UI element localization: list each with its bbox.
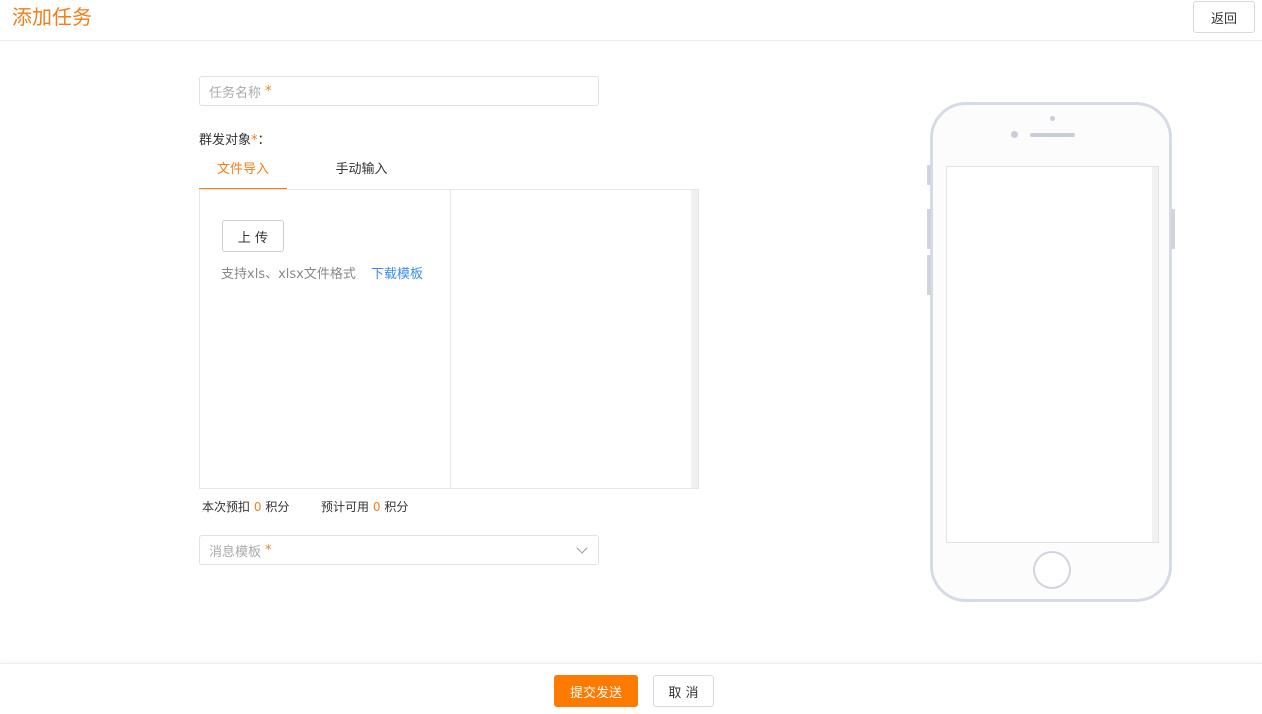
phone-side-button bbox=[927, 255, 931, 295]
cancel-button[interactable]: 取 消 bbox=[653, 675, 714, 707]
preview-scrollbar[interactable] bbox=[691, 190, 698, 488]
required-mark: * bbox=[265, 542, 272, 558]
recipients-label-text: 群发对象 bbox=[199, 133, 252, 148]
back-button[interactable]: 返回 bbox=[1193, 1, 1255, 33]
tab-manual-input[interactable]: 手动输入 bbox=[319, 155, 404, 190]
upload-button[interactable]: 上 传 bbox=[222, 220, 284, 252]
points-deduct-suffix: 积分 bbox=[265, 500, 290, 514]
download-template-link[interactable]: 下载模板 bbox=[371, 263, 423, 282]
points-available-prefix: 预计可用 bbox=[321, 500, 370, 514]
phone-screen-scrollbar bbox=[1152, 167, 1158, 542]
phone-sensor bbox=[1050, 116, 1055, 121]
phone-side-button bbox=[927, 165, 931, 185]
chevron-down-icon bbox=[576, 542, 588, 554]
recipient-tabs: 文件导入 手动输入 bbox=[199, 155, 699, 190]
upload-area: 上 传 支持xls、xlsx文件格式 下载模板 bbox=[200, 190, 451, 488]
file-import-panel: 上 传 支持xls、xlsx文件格式 下载模板 bbox=[199, 189, 699, 489]
points-available-suffix: 积分 bbox=[384, 500, 409, 514]
submit-send-button[interactable]: 提交发送 bbox=[554, 675, 638, 707]
phone-home-button bbox=[1033, 551, 1071, 589]
recipients-label: 群发对象*： bbox=[199, 129, 271, 148]
file-format-hint: 支持xls、xlsx文件格式 bbox=[221, 267, 356, 282]
points-available: 预计可用 0 积分 bbox=[321, 498, 408, 515]
page-header: 添加任务 返回 bbox=[0, 0, 1262, 41]
points-available-value: 0 bbox=[372, 500, 381, 514]
points-deduct-prefix: 本次预扣 bbox=[202, 500, 251, 514]
phone-preview bbox=[927, 102, 1175, 602]
tab-file-import[interactable]: 文件导入 bbox=[199, 155, 287, 190]
phone-camera bbox=[1011, 131, 1018, 138]
points-deduct-value: 0 bbox=[253, 500, 262, 514]
footer-bar: 提交发送 取 消 bbox=[0, 663, 1262, 714]
phone-screen bbox=[946, 166, 1159, 543]
phone-speaker bbox=[1030, 133, 1075, 137]
message-template-placeholder: 消息模板 bbox=[209, 544, 262, 560]
phone-side-button bbox=[1171, 209, 1175, 249]
message-template-select[interactable]: 消息模板 * bbox=[199, 535, 599, 565]
recipients-label-colon: ： bbox=[257, 133, 271, 148]
task-name-input[interactable]: 任务名称 * bbox=[199, 76, 599, 106]
required-mark: * bbox=[265, 83, 272, 99]
task-name-placeholder: 任务名称 bbox=[209, 85, 262, 101]
phone-side-button bbox=[927, 209, 931, 249]
page-title: 添加任务 bbox=[12, 5, 92, 29]
points-deduct: 本次预扣 0 积分 bbox=[202, 498, 289, 515]
